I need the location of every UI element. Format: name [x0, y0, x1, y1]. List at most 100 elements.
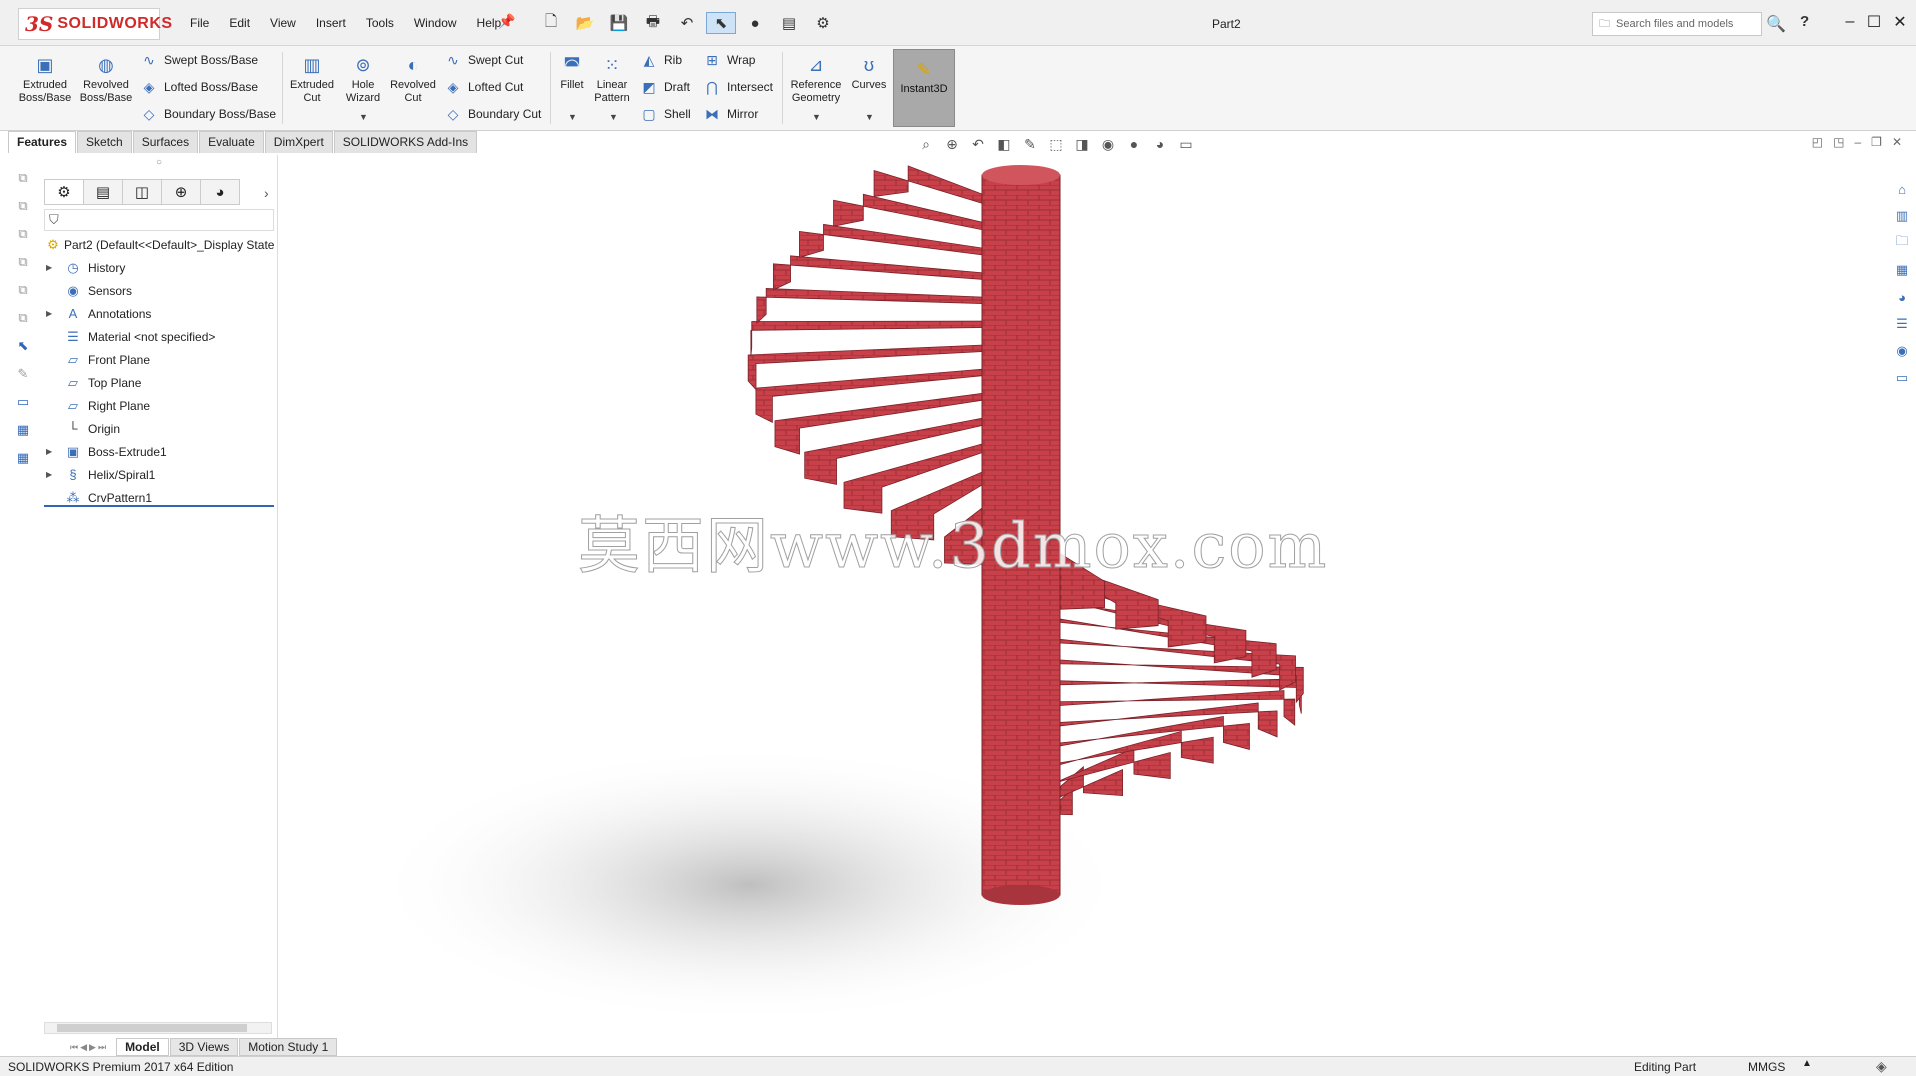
dimxpertmanager-tab-icon[interactable]: ⊕: [161, 179, 201, 205]
intersect-button[interactable]: ⋂ Intersect: [703, 77, 773, 97]
units-chevron-icon[interactable]: ▲: [1802, 1058, 1812, 1069]
menu-view[interactable]: View: [260, 14, 306, 32]
draft-button[interactable]: ◩ Draft: [640, 77, 690, 97]
curves-dropdown-icon[interactable]: ▼: [865, 112, 874, 122]
file-explorer-icon[interactable]: 🗀: [1893, 233, 1911, 252]
tab-dimxpert[interactable]: DimXpert: [264, 131, 333, 153]
tree-root-part[interactable]: ⚙ Part2 (Default<<Default>_Display State: [40, 233, 278, 256]
dynamic-annotation-icon[interactable]: ✎: [1020, 134, 1040, 154]
panel-grip-icon[interactable]: ○: [156, 157, 162, 168]
help-icon[interactable]: ?: [1800, 13, 1809, 30]
doc-minimize-icon[interactable]: –: [1854, 135, 1861, 149]
tree-item-history[interactable]: ▶ ◷ History: [40, 256, 278, 279]
expand-arrow-icon[interactable]: ▶: [46, 470, 56, 479]
print-icon[interactable]: 🖶: [638, 12, 668, 34]
undo-icon[interactable]: ↶: [672, 12, 702, 34]
reference-geometry-dropdown-icon[interactable]: ▼: [812, 112, 821, 122]
last-tab-icon[interactable]: ⏭: [98, 1042, 106, 1053]
measure-tool-icon[interactable]: ▦: [12, 420, 34, 440]
rollback-bar[interactable]: [44, 505, 274, 507]
layer-icon[interactable]: ⧉: [12, 252, 34, 272]
rebuild-icon[interactable]: ●: [740, 12, 770, 34]
instant3d-button[interactable]: ✎ Instant3D: [893, 49, 955, 127]
tree-item-sensors[interactable]: ◉ Sensors: [40, 279, 278, 302]
apply-scene-icon[interactable]: ◕: [1150, 134, 1170, 154]
doc-close-icon[interactable]: ✕: [1892, 135, 1902, 149]
custom-properties-icon[interactable]: ☰: [1893, 315, 1911, 333]
extruded-cut-button[interactable]: ▥ Extruded Cut: [283, 54, 341, 122]
tab-surfaces[interactable]: Surfaces: [132, 131, 199, 153]
stack-icon[interactable]: ⧉: [12, 280, 34, 300]
new-document-icon[interactable]: 🗋: [536, 12, 566, 34]
design-library-icon[interactable]: ▥: [1893, 207, 1911, 225]
filter-icon[interactable]: ⛉: [44, 209, 274, 231]
tab-evaluate[interactable]: Evaluate: [199, 131, 264, 153]
tree-item-right-plane[interactable]: ▱ Right Plane: [40, 394, 278, 417]
tab-features[interactable]: Features: [8, 131, 77, 153]
select-pointer-icon[interactable]: ⬉: [706, 12, 736, 34]
display-tool-icon[interactable]: ▭: [12, 392, 34, 412]
menu-file[interactable]: File: [180, 14, 219, 32]
minimize-icon[interactable]: –: [1838, 10, 1862, 34]
select-tool-icon[interactable]: ⬉: [12, 336, 34, 356]
edit-appearance-icon[interactable]: ●: [1124, 134, 1144, 154]
previous-view-icon[interactable]: ↶: [968, 134, 988, 154]
tree-item-top-plane[interactable]: ▱ Top Plane: [40, 371, 278, 394]
solidworks-logo[interactable]: 3S SOLIDWORKS: [18, 8, 172, 40]
pattern-dropdown-icon[interactable]: ▼: [609, 112, 618, 122]
copy-icon[interactable]: ⧉: [12, 168, 34, 188]
save-icon[interactable]: 💾: [604, 12, 634, 34]
hide-show-items-icon[interactable]: ◉: [1098, 134, 1118, 154]
propertymanager-tab-icon[interactable]: ▤: [83, 179, 123, 205]
wrap-button[interactable]: ⊞ Wrap: [703, 50, 755, 70]
feature-tree-scrollbar[interactable]: [44, 1022, 272, 1034]
tab-sketch[interactable]: Sketch: [77, 131, 132, 153]
arrange-icon[interactable]: ⧉: [12, 308, 34, 328]
section-view-icon[interactable]: ◧: [994, 134, 1014, 154]
shell-button[interactable]: ▢ Shell: [640, 104, 690, 124]
home-icon[interactable]: ⌂: [1893, 180, 1911, 198]
chevron-right-icon[interactable]: ›: [264, 185, 269, 201]
tree-item-annotations[interactable]: ▶ A Annotations: [40, 302, 278, 325]
revolved-cut-button[interactable]: ◐ Revolved Cut: [384, 54, 442, 122]
view-orientation-icon[interactable]: ⬚: [1046, 134, 1066, 154]
tree-item-origin[interactable]: └ Origin: [40, 417, 278, 440]
tab-3d-views[interactable]: 3D Views: [169, 1038, 239, 1056]
search-icon[interactable]: 🔍: [1762, 12, 1790, 36]
extruded-boss-button[interactable]: ▣ Extruded Boss/Base: [16, 54, 74, 122]
scrollbar-thumb[interactable]: [57, 1024, 247, 1032]
menu-tools[interactable]: Tools: [356, 14, 404, 32]
clone-icon[interactable]: ⧉: [12, 224, 34, 244]
tree-item-helix-spiral1[interactable]: ▶ § Helix/Spiral1: [40, 463, 278, 486]
lofted-cut-button[interactable]: ◈ Lofted Cut: [444, 77, 524, 97]
menu-edit[interactable]: Edit: [219, 14, 260, 32]
file-properties-icon[interactable]: ▤: [774, 12, 804, 34]
search-input[interactable]: 🗀 Search files and models: [1592, 12, 1762, 36]
mass-properties-icon[interactable]: ▦: [12, 448, 34, 468]
lofted-boss-button[interactable]: ◈ Lofted Boss/Base: [140, 77, 258, 97]
options-gear-icon[interactable]: ⚙: [808, 12, 838, 34]
maximize-icon[interactable]: ☐: [1862, 10, 1886, 34]
prev-tab-icon[interactable]: ◀: [80, 1042, 87, 1053]
mirror-button[interactable]: ⧓ Mirror: [703, 104, 758, 124]
doc-restore-icon[interactable]: ❐: [1871, 135, 1882, 149]
appearances-icon[interactable]: ◕: [1893, 288, 1911, 306]
first-tab-icon[interactable]: ⏮: [70, 1042, 78, 1053]
tree-item-material[interactable]: ☰ Material <not specified>: [40, 325, 278, 348]
fillet-dropdown-icon[interactable]: ▼: [568, 112, 577, 122]
tile-right-icon[interactable]: ◳: [1833, 135, 1844, 149]
forum-chat-icon[interactable]: ▭: [1893, 369, 1911, 387]
featuremanager-tab-icon[interactable]: ⚙: [44, 179, 84, 205]
configurationmanager-tab-icon[interactable]: ◫: [122, 179, 162, 205]
expand-arrow-icon[interactable]: ▶: [46, 263, 56, 272]
expand-arrow-icon[interactable]: ▶: [46, 309, 56, 318]
zoom-to-fit-icon[interactable]: ⌕: [916, 134, 936, 154]
edit-tool-icon[interactable]: ✎: [12, 364, 34, 384]
pin-icon[interactable]: 📌: [498, 13, 516, 31]
tab-motion-study[interactable]: Motion Study 1: [239, 1038, 338, 1056]
menu-window[interactable]: Window: [404, 14, 467, 32]
paste-icon[interactable]: ⧉: [12, 196, 34, 216]
open-folder-icon[interactable]: 📂: [570, 12, 600, 34]
tab-model[interactable]: Model: [116, 1038, 169, 1056]
next-tab-icon[interactable]: ▶: [89, 1042, 96, 1053]
